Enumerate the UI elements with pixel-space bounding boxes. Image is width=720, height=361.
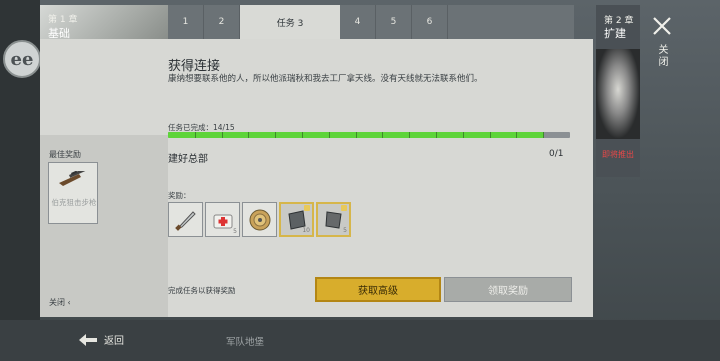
best-reward-name: 伯克狙击步枪 [51,198,97,207]
tab-2[interactable]: 2 [204,5,240,39]
objective-count: 0/1 [549,149,564,159]
back-arrow-icon [79,333,97,346]
progress-segment-divider [435,132,437,138]
progress-segment-divider [489,132,491,138]
machete-icon [174,210,196,231]
tab-4[interactable]: 4 [340,5,376,39]
progress-segment-divider [543,132,545,138]
objective-title: 建好总部 [168,154,208,165]
rewards-label: 奖励： [168,191,191,200]
collapse-left-link[interactable]: 关闭 ‹ [49,297,71,308]
cable-spool-icon [249,209,270,230]
back-button[interactable]: 返回 [78,332,124,347]
progress-segment-divider [221,132,223,138]
tabs-filler [448,5,574,39]
progress-segment-divider [516,132,518,138]
quest-tabs: 1 2 任务 3 4 5 6 [168,5,574,39]
progress-segment-divider [248,132,250,138]
reward-slot[interactable] [242,202,277,237]
complete-hint: 完成任务以获得奖励 [168,286,236,295]
close-icon[interactable] [650,14,674,38]
rewards-row: 5 10 5 [168,202,351,238]
sniper-rifle-icon [59,171,89,186]
quest-description: 康纳想要联系他的人，所以他派瑞秋和我去工厂拿天线。没有天线就无法联系他们。 [168,74,483,84]
tab-5[interactable]: 5 [376,5,412,39]
lock-icon [304,205,310,211]
progress-segment-divider [382,132,384,138]
progress-value: 14/15 [213,123,235,132]
progress-segment-divider [355,132,357,138]
quest-screen: ee 第 1 章 基础 1 2 任务 3 4 5 6 获得连接 康纳想要联系他的… [0,0,720,361]
metal-sheet-icon [324,210,342,229]
tiger-art [596,49,640,139]
army-base-label[interactable]: 军队地堡 [226,334,264,348]
reward-quantity: 5 [233,228,237,235]
progress-segment-divider [409,132,411,138]
chapter-name: 扩建 [604,27,626,40]
chapter-card-next[interactable]: 第 2 章 扩建 即将推出 [596,5,640,177]
progress-segment-divider [275,132,277,138]
progress-segment-divider [462,132,464,138]
chapter-number: 第 1 章 [48,15,78,25]
progress-segment-divider [328,132,330,138]
reward-slot[interactable]: 5 [205,202,240,237]
progress-segment-divider [194,132,196,138]
claim-reward-button[interactable]: 领取奖励 [444,277,572,302]
reward-quantity: 5 [343,227,347,234]
tab-6[interactable]: 6 [412,5,448,39]
reward-slot-locked[interactable]: 5 [316,202,351,237]
reward-quantity: 10 [302,227,310,234]
progress-bar [168,132,570,138]
best-reward-label: 最佳奖励 [49,150,81,159]
lock-icon [341,205,347,211]
progress-segment-divider [301,132,303,138]
tab-3[interactable]: 任务 3 [240,5,340,39]
get-premium-button[interactable]: 获取高级 [315,277,441,302]
tab-1[interactable]: 1 [168,5,204,39]
close-label[interactable]: 关闭 [654,44,669,68]
medkit-icon [213,214,232,228]
reward-slot-locked[interactable]: 10 [279,202,314,237]
coming-soon-tag: 即将推出 [602,150,634,159]
back-label: 返回 [104,336,124,347]
reward-slot[interactable] [168,202,203,237]
best-reward-item[interactable]: 伯克狙击步枪 [48,162,98,224]
floating-assistant-icon[interactable]: ee [3,40,41,78]
